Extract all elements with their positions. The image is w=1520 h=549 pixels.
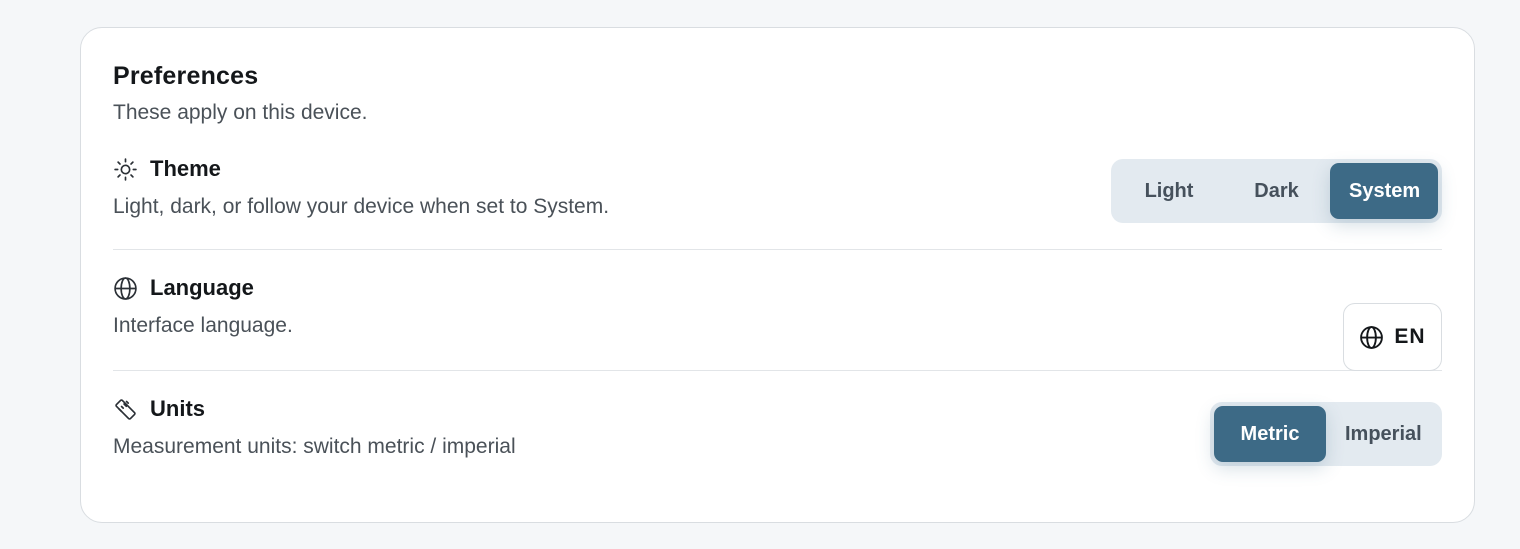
globe-icon: [1359, 325, 1384, 350]
ruler-icon: [113, 397, 138, 422]
theme-option-system[interactable]: System: [1330, 163, 1438, 219]
theme-label: Theme: [150, 156, 221, 181]
preferences-card: Preferences These apply on this device. …: [80, 27, 1475, 523]
units-setting-row: Units Measurement units: switch metric /…: [113, 371, 1442, 492]
units-option-metric[interactable]: Metric: [1214, 406, 1326, 462]
language-header: Language: [113, 275, 254, 301]
language-setting-row: Language Interface language. EN: [113, 250, 1442, 371]
units-segmented-control: Metric Imperial: [1210, 402, 1442, 466]
sun-icon: [113, 157, 138, 182]
card-title: Preferences: [113, 62, 259, 90]
language-description: Interface language.: [113, 314, 293, 337]
units-option-imperial[interactable]: Imperial: [1326, 406, 1438, 462]
theme-header: Theme: [113, 156, 221, 182]
language-code: EN: [1394, 325, 1426, 348]
card-subtitle: These apply on this device.: [113, 101, 368, 124]
units-label: Units: [150, 396, 205, 421]
language-label: Language: [150, 275, 254, 300]
theme-option-light[interactable]: Light: [1115, 163, 1223, 219]
units-header: Units: [113, 396, 205, 422]
theme-segmented-control: Light Dark System: [1111, 159, 1442, 223]
theme-description: Light, dark, or follow your device when …: [113, 195, 610, 218]
theme-option-dark[interactable]: Dark: [1223, 163, 1330, 219]
units-description: Measurement units: switch metric / imper…: [113, 435, 516, 458]
globe-icon: [113, 276, 138, 301]
theme-setting-row: Theme Light, dark, or follow your device…: [113, 152, 1442, 250]
language-select-button[interactable]: EN: [1343, 303, 1442, 371]
